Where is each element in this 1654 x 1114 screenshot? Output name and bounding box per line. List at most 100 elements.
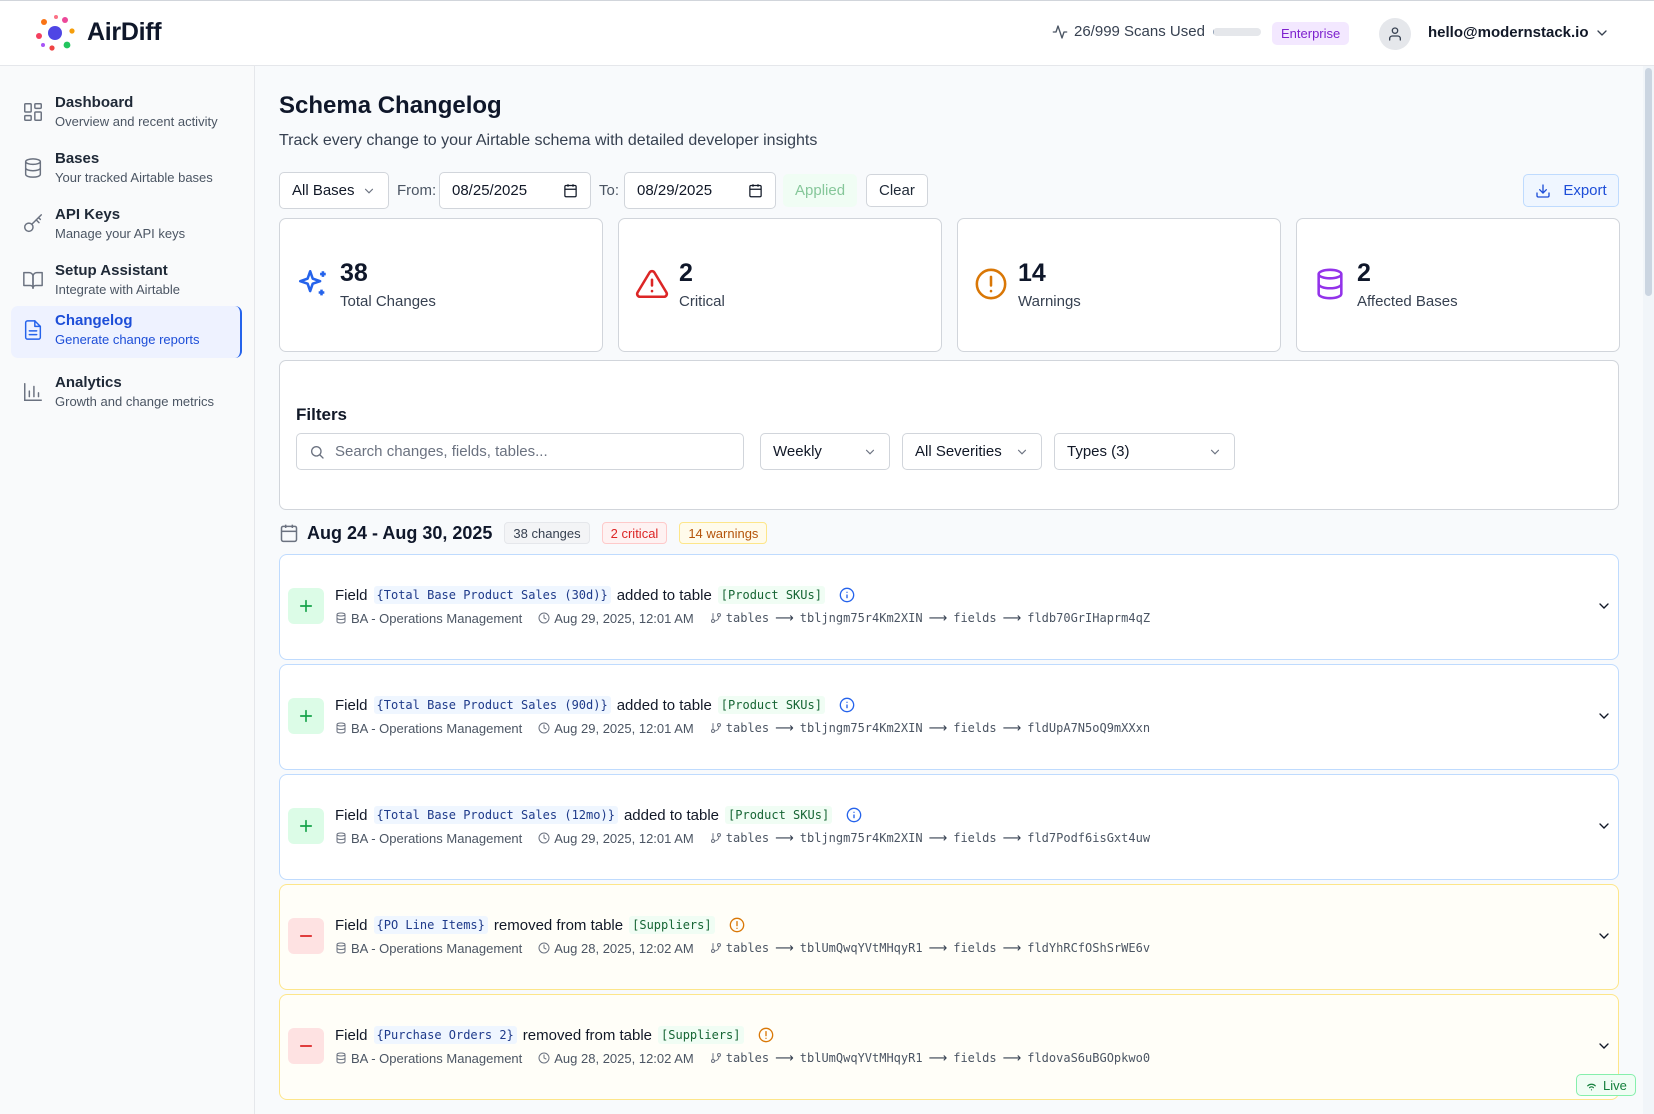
table-name: [Suppliers] <box>658 1026 744 1044</box>
user-email[interactable]: hello@modernstack.io <box>1428 24 1589 41</box>
path-arrow: ⟶ <box>928 940 948 955</box>
change-timestamp: Aug 28, 2025, 12:02 AM <box>554 940 694 956</box>
change-meta: BA - Operations Management Aug 29, 2025,… <box>335 610 1150 626</box>
change-row[interactable]: Field {Total Base Product Sales (30d)} a… <box>279 554 1619 660</box>
change-prefix: Field <box>335 806 368 824</box>
export-label: Export <box>1563 182 1607 199</box>
chevron-down-icon[interactable] <box>1596 928 1612 944</box>
to-date-input[interactable]: 08/29/2025 <box>624 172 776 209</box>
git-branch-icon <box>710 943 721 953</box>
clear-button[interactable]: Clear <box>866 174 928 207</box>
types-select[interactable]: Types (3) <box>1054 433 1235 470</box>
chevron-down-icon <box>1210 449 1220 455</box>
sidebar-item-api-keys[interactable]: API Keys Manage your API keys <box>11 200 242 250</box>
stat-value: 38 <box>340 259 368 287</box>
key-icon <box>24 214 42 233</box>
change-type-icon <box>288 698 324 734</box>
sidebar-item-sub: Growth and change metrics <box>55 394 214 409</box>
severity-select[interactable]: All Severities <box>902 433 1042 470</box>
field-id: fld7Podf6isGxt4uw <box>1027 831 1151 845</box>
change-meta: BA - Operations Management Aug 28, 2025,… <box>335 940 1150 956</box>
path-segment: tables <box>725 611 770 625</box>
change-action: added to table <box>616 586 712 604</box>
change-row[interactable]: Field {Purchase Orders 2} removed from t… <box>279 994 1619 1100</box>
from-label: From: <box>397 182 437 199</box>
search-input[interactable] <box>335 443 715 460</box>
table-id: tbljngm75r4Km2XIN <box>799 721 923 735</box>
chevron-down-icon <box>1017 449 1027 455</box>
sidebar-item-dashboard[interactable]: Dashboard Overview and recent activity <box>11 88 242 138</box>
info-icon[interactable] <box>831 697 855 713</box>
calendar-icon[interactable] <box>748 183 763 198</box>
scan-usage-fill <box>1212 27 1215 36</box>
week-title: Aug 24 - Aug 30, 2025 <box>307 522 493 543</box>
to-date-value: 08/29/2025 <box>637 182 713 199</box>
database-icon <box>24 158 42 178</box>
chevron-down-icon[interactable] <box>1596 1038 1612 1054</box>
base-name: BA - Operations Management <box>351 830 523 846</box>
to-label: To: <box>599 182 620 199</box>
sidebar-item-sub: Integrate with Airtable <box>55 282 181 297</box>
page-subtitle: Track every change to your Airtable sche… <box>279 132 818 149</box>
base-select[interactable]: All Bases <box>279 172 389 209</box>
scrollbar-thumb[interactable] <box>1645 68 1652 296</box>
change-timestamp: Aug 29, 2025, 12:01 AM <box>554 720 694 736</box>
path-arrow: ⟶ <box>775 610 794 625</box>
chevron-down-icon[interactable] <box>1596 598 1612 614</box>
change-action: removed from table <box>522 1026 653 1044</box>
change-summary: Field {PO Line Items} removed from table… <box>335 916 745 934</box>
warning-icon[interactable] <box>721 917 745 933</box>
stat-label: Total Changes <box>340 293 436 310</box>
minus-icon <box>299 1045 313 1047</box>
sidebar-item-label: Bases <box>55 150 100 167</box>
base-name: BA - Operations Management <box>351 720 523 736</box>
applied-button[interactable]: Applied <box>783 174 858 207</box>
table-name: [Product SKUs] <box>717 586 825 604</box>
from-date-input[interactable]: 08/25/2025 <box>439 172 591 209</box>
git-branch-icon <box>710 723 721 733</box>
period-select[interactable]: Weekly <box>760 433 890 470</box>
week-group-header: Aug 24 - Aug 30, 2025 38 changes 2 criti… <box>279 520 779 546</box>
alert-circle-icon <box>975 268 1007 300</box>
user-avatar[interactable] <box>1379 18 1411 50</box>
sidebar-item-bases[interactable]: Bases Your tracked Airtable bases <box>11 144 242 194</box>
book-open-icon <box>23 271 43 289</box>
sidebar-item-setup-assistant[interactable]: Setup Assistant Integrate with Airtable <box>11 256 242 306</box>
filters-panel: Filters Weekly All Severities Types (3) <box>279 360 1619 510</box>
info-icon[interactable] <box>831 587 855 603</box>
field-name: {PO Line Items} <box>373 916 488 934</box>
sidebar-item-changelog[interactable]: Changelog Generate change reports <box>11 306 242 358</box>
sidebar-item-analytics[interactable]: Analytics Growth and change metrics <box>11 368 242 418</box>
chevron-down-icon[interactable] <box>1594 25 1610 41</box>
types-select-value: Types (3) <box>1067 443 1130 460</box>
changes-count-badge: 38 changes <box>504 522 590 544</box>
plus-icon <box>299 599 313 613</box>
path-arrow: ⟶ <box>1002 830 1022 845</box>
calendar-icon[interactable] <box>563 183 578 198</box>
sidebar-item-sub: Overview and recent activity <box>55 114 218 129</box>
critical-count-badge: 2 critical <box>601 522 668 544</box>
change-row[interactable]: Field {PO Line Items} removed from table… <box>279 884 1619 990</box>
path-segment: fields <box>953 941 997 955</box>
change-row[interactable]: Field {Total Base Product Sales (12mo)} … <box>279 774 1619 880</box>
stat-label: Warnings <box>1018 293 1081 310</box>
search-box[interactable] <box>296 433 744 470</box>
export-button[interactable]: Export <box>1523 174 1619 207</box>
info-icon[interactable] <box>838 807 862 823</box>
change-row[interactable]: Field {Total Base Product Sales (90d)} a… <box>279 664 1619 770</box>
path-arrow: ⟶ <box>1002 610 1022 625</box>
period-select-value: Weekly <box>773 443 822 460</box>
path-arrow: ⟶ <box>1002 940 1022 955</box>
path-segment: fields <box>953 611 997 625</box>
stat-label: Affected Bases <box>1357 293 1458 310</box>
warning-icon[interactable] <box>750 1027 774 1043</box>
change-timestamp: Aug 29, 2025, 12:01 AM <box>554 610 694 626</box>
airdiff-logo[interactable] <box>34 14 76 52</box>
chevron-down-icon[interactable] <box>1596 708 1612 724</box>
path-arrow: ⟶ <box>775 940 794 955</box>
plan-badge: Enterprise <box>1272 22 1350 45</box>
dashboard-grid-icon <box>24 103 42 121</box>
calendar-icon <box>280 524 298 543</box>
chevron-down-icon[interactable] <box>1596 818 1612 834</box>
change-meta: BA - Operations Management Aug 29, 2025,… <box>335 830 1150 846</box>
